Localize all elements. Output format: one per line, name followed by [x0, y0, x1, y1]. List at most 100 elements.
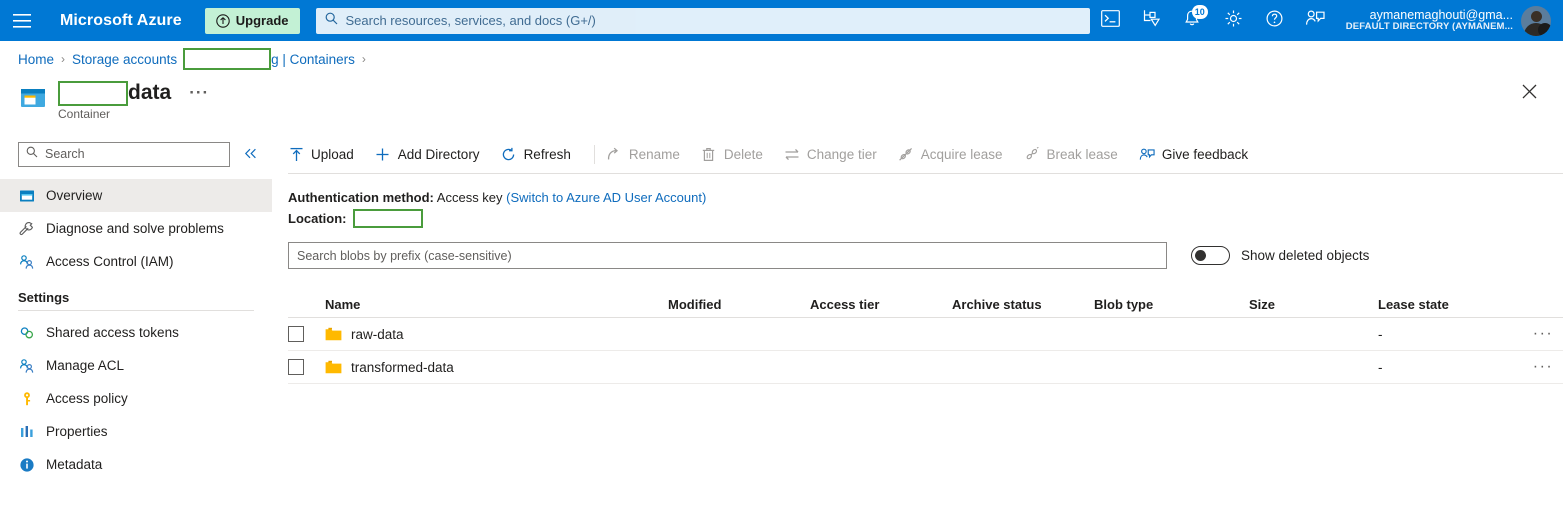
settings-button[interactable] — [1213, 0, 1254, 41]
close-blade-button[interactable] — [1517, 82, 1541, 106]
cell-lease-state: - — [1378, 359, 1383, 375]
row-context-menu-button[interactable]: ··· — [1523, 358, 1563, 376]
table-header-row: Name Modified Access tier Archive status… — [288, 291, 1563, 318]
add-directory-button[interactable]: Add Directory — [375, 140, 491, 170]
column-header-size[interactable]: Size — [1249, 297, 1378, 312]
cell-name: transformed-data — [325, 360, 668, 375]
sidebar-item-label: Overview — [46, 188, 103, 203]
people-icon — [18, 253, 35, 270]
avatar[interactable] — [1521, 5, 1551, 36]
breadcrumb-item-containers[interactable]: g | Containers — [271, 52, 355, 67]
row-context-menu-button[interactable]: ··· — [1523, 325, 1563, 343]
give-feedback-button[interactable]: Give feedback — [1139, 140, 1259, 170]
break-lease-icon — [1024, 147, 1040, 163]
sidebar-search-input[interactable]: Search — [18, 141, 230, 167]
sidebar-item-label: Manage ACL — [46, 358, 125, 373]
row-checkbox[interactable] — [288, 326, 304, 342]
column-header-modified[interactable]: Modified — [668, 297, 810, 312]
upload-arrow-icon — [288, 147, 304, 163]
sidebar-item-label: Access Control (IAM) — [46, 254, 174, 269]
trash-icon — [701, 147, 717, 163]
change-tier-button: Change tier — [784, 140, 888, 170]
account-text-block: aymanemaghouti@gma... DEFAULT DIRECTORY … — [1346, 8, 1513, 33]
breadcrumb-item-home[interactable]: Home — [18, 52, 54, 67]
give-feedback-button-label: Give feedback — [1161, 147, 1249, 162]
sidebar-item-properties[interactable]: Properties — [0, 415, 272, 448]
breadcrumb-redaction-box — [183, 48, 272, 70]
breadcrumb-item-storage-accounts[interactable]: Storage accounts — [72, 52, 177, 67]
blob-prefix-search-input[interactable]: Search blobs by prefix (case-sensitive) — [288, 242, 1167, 269]
directories-subscriptions-button[interactable] — [1131, 0, 1172, 41]
table-row[interactable]: transformed-data - ··· — [288, 351, 1563, 384]
column-header-blob-type[interactable]: Blob type — [1094, 297, 1249, 312]
info-circle-icon — [18, 456, 35, 473]
breadcrumb-separator: › — [61, 52, 66, 66]
row-checkbox[interactable] — [288, 359, 304, 375]
toggle-track[interactable] — [1191, 246, 1230, 265]
column-header-lease-state[interactable]: Lease state — [1378, 297, 1498, 312]
plus-icon — [375, 147, 391, 163]
hamburger-menu-button[interactable] — [0, 0, 44, 41]
account-menu[interactable]: aymanemaghouti@gma... DEFAULT DIRECTORY … — [1336, 0, 1563, 41]
location-redaction-box — [352, 209, 423, 228]
lease-icon — [898, 147, 914, 163]
cloud-shell-button[interactable] — [1090, 0, 1131, 41]
page-title-redaction-box — [58, 80, 128, 106]
authentication-method-label: Authentication method: — [288, 190, 434, 205]
key-icon — [18, 390, 35, 407]
help-button[interactable] — [1254, 0, 1295, 41]
column-header-access-tier[interactable]: Access tier — [810, 297, 952, 312]
sidebar-collapse-button[interactable] — [244, 148, 257, 161]
rename-button: Rename — [606, 140, 691, 170]
sidebar-item-diagnose-and-solve-problems[interactable]: Diagnose and solve problems — [0, 212, 272, 245]
avatar-head — [1530, 10, 1542, 22]
upload-button[interactable]: Upload — [288, 140, 365, 170]
search-icon — [26, 145, 38, 163]
sidebar-settings-items: Shared access tokens Manage ACL Access p… — [0, 316, 272, 481]
cloud-shell-icon — [1100, 9, 1120, 32]
switch-auth-link[interactable]: (Switch to Azure AD User Account) — [506, 190, 706, 205]
page-title-text: data — [128, 81, 172, 104]
sidebar-item-label: Shared access tokens — [46, 325, 179, 340]
column-header-archive-status[interactable]: Archive status — [952, 297, 1094, 312]
add-directory-button-label: Add Directory — [397, 147, 480, 162]
feedback-person-icon — [1139, 147, 1155, 163]
cell-name-text: transformed-data — [351, 359, 454, 375]
acquire-lease-button: Acquire lease — [898, 140, 1014, 170]
sidebar-item-metadata[interactable]: Metadata — [0, 448, 272, 481]
refresh-icon — [501, 147, 517, 163]
upgrade-button[interactable]: Upgrade — [204, 7, 300, 34]
azure-brand-logo[interactable]: Microsoft Azure — [60, 12, 182, 30]
breadcrumb-separator-end: › — [361, 52, 366, 66]
feedback-button[interactable] — [1295, 0, 1336, 41]
cell-lease-state: - — [1378, 326, 1383, 342]
table-row[interactable]: raw-data - ··· — [288, 318, 1563, 351]
upload-button-label: Upload — [311, 147, 354, 162]
global-search-input[interactable]: Search resources, services, and docs (G+… — [315, 7, 1090, 34]
sidebar-item-manage-acl[interactable]: Manage ACL — [0, 349, 272, 382]
sidebar-item-label: Properties — [46, 424, 108, 439]
sidebar-item-overview[interactable]: Overview — [0, 179, 272, 212]
refresh-button[interactable]: Refresh — [501, 140, 582, 170]
sidebar-item-access-control-iam[interactable]: Access Control (IAM) — [0, 245, 272, 278]
account-directory: DEFAULT DIRECTORY (AYMANEM... — [1345, 21, 1513, 33]
page-more-options-button[interactable]: ··· — [189, 84, 209, 102]
overview-icon — [18, 187, 35, 204]
column-header-name[interactable]: Name — [325, 297, 668, 312]
main-content: Upload Add Directory Refresh Rename Dele… — [288, 138, 1563, 384]
sidebar-item-shared-access-tokens[interactable]: Shared access tokens — [0, 316, 272, 349]
row-checkbox-cell — [288, 359, 325, 375]
blob-table: Name Modified Access tier Archive status… — [288, 291, 1563, 384]
show-deleted-objects-toggle[interactable]: Show deleted objects — [1191, 246, 1369, 265]
settings-gear-icon — [1224, 9, 1243, 33]
sidebar-item-access-policy[interactable]: Access policy — [0, 382, 272, 415]
refresh-button-label: Refresh — [523, 147, 571, 162]
delete-button: Delete — [701, 140, 774, 170]
search-icon — [325, 12, 338, 30]
folder-icon — [325, 327, 342, 341]
upgrade-button-label: Upgrade — [235, 13, 289, 28]
link-rings-icon — [18, 324, 35, 341]
break-lease-button: Break lease — [1024, 140, 1129, 170]
notifications-button[interactable]: 10 — [1172, 0, 1213, 41]
page-subtitle: Container — [58, 107, 111, 121]
